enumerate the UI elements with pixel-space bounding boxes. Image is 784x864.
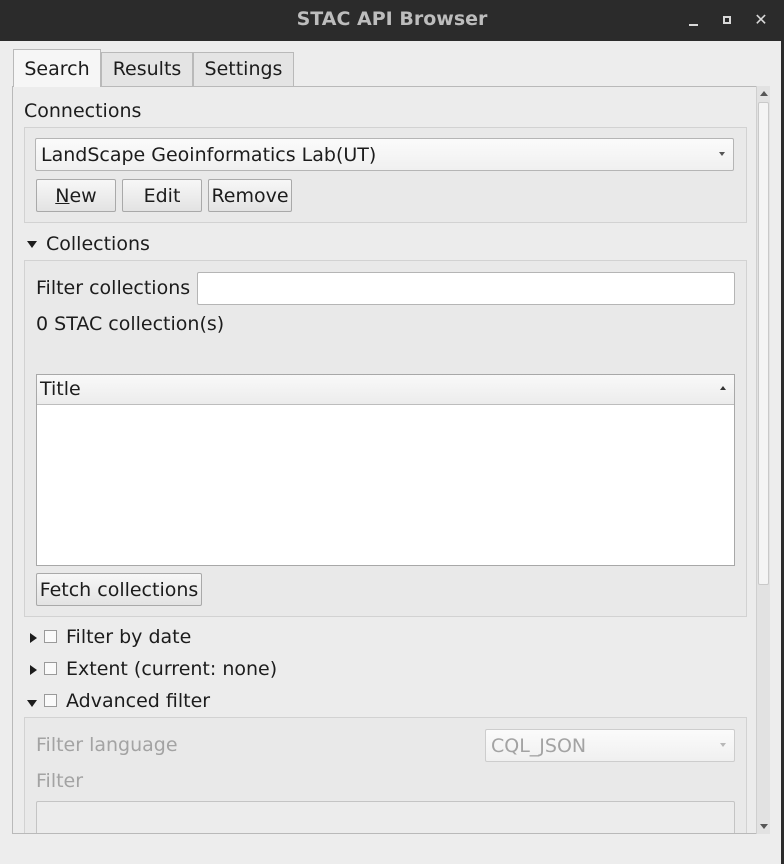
filter-label: Filter	[36, 770, 84, 792]
chevron-down-icon	[720, 743, 726, 747]
scrollbar-handle[interactable]	[758, 102, 769, 585]
advanced-filter-checkbox[interactable]	[44, 694, 57, 707]
scroll-up-icon[interactable]	[760, 91, 768, 96]
collection-count: 0 STAC collection(s)	[36, 313, 225, 335]
filter-collections-input[interactable]	[197, 272, 735, 305]
advanced-filter-group: Filter language CQL_JSON Filter	[24, 717, 747, 833]
filter-by-date-checkbox[interactable]	[44, 630, 57, 643]
title-column-label: Title	[40, 378, 81, 400]
fetch-collections-button[interactable]: Fetch collections	[36, 573, 202, 606]
chevron-down-icon	[719, 152, 725, 156]
expand-arrow-icon[interactable]	[30, 633, 37, 643]
new-mnemonic: N	[55, 185, 70, 207]
table-header-title[interactable]: Title	[37, 375, 734, 405]
minimize-icon[interactable]	[684, 10, 702, 30]
filter-language-label: Filter language	[36, 734, 178, 756]
window-title: STAC API Browser	[296, 8, 488, 30]
connections-label: Connections	[24, 100, 142, 122]
search-pane: Connections LandScape Geoinformatics Lab…	[12, 86, 770, 834]
vertical-scrollbar[interactable]	[756, 86, 770, 834]
filter-language-value: CQL_JSON	[491, 735, 587, 757]
maximize-icon[interactable]	[718, 10, 736, 30]
connection-select[interactable]: LandScape Geoinformatics Lab(UT)	[35, 138, 734, 171]
collections-label[interactable]: Collections	[46, 233, 150, 255]
collapse-arrow-icon[interactable]	[27, 241, 37, 248]
tab-settings[interactable]: Settings	[193, 52, 294, 86]
title-bar: STAC API Browser ✕	[0, 0, 784, 41]
new-connection-button[interactable]: New	[36, 179, 116, 212]
collections-table[interactable]: Title	[36, 374, 735, 566]
tab-results[interactable]: Results	[101, 52, 193, 86]
filter-collections-label: Filter collections	[36, 277, 191, 299]
filter-language-select: CQL_JSON	[485, 729, 735, 762]
filter-text-area	[36, 801, 735, 833]
extent-checkbox[interactable]	[44, 662, 57, 675]
connections-group: LandScape Geoinformatics Lab(UT) New Edi…	[24, 127, 747, 223]
new-label-rest: ew	[69, 185, 97, 207]
collapse-arrow-icon[interactable]	[27, 700, 37, 707]
advanced-filter-label[interactable]: Advanced filter	[66, 690, 210, 712]
remove-connection-button[interactable]: Remove	[208, 179, 292, 212]
expand-arrow-icon[interactable]	[30, 665, 37, 675]
search-content: Connections LandScape Geoinformatics Lab…	[13, 87, 755, 833]
filter-by-date-label[interactable]: Filter by date	[66, 626, 191, 648]
extent-label[interactable]: Extent (current: none)	[66, 658, 277, 680]
scroll-down-icon[interactable]	[760, 824, 768, 829]
connection-selected: LandScape Geoinformatics Lab(UT)	[41, 144, 377, 166]
edit-connection-button[interactable]: Edit	[122, 179, 202, 212]
sort-ascending-icon	[720, 386, 726, 390]
close-icon[interactable]: ✕	[752, 10, 770, 30]
collections-group: Filter collections 0 STAC collection(s) …	[24, 260, 747, 617]
tab-search[interactable]: Search	[13, 49, 101, 87]
